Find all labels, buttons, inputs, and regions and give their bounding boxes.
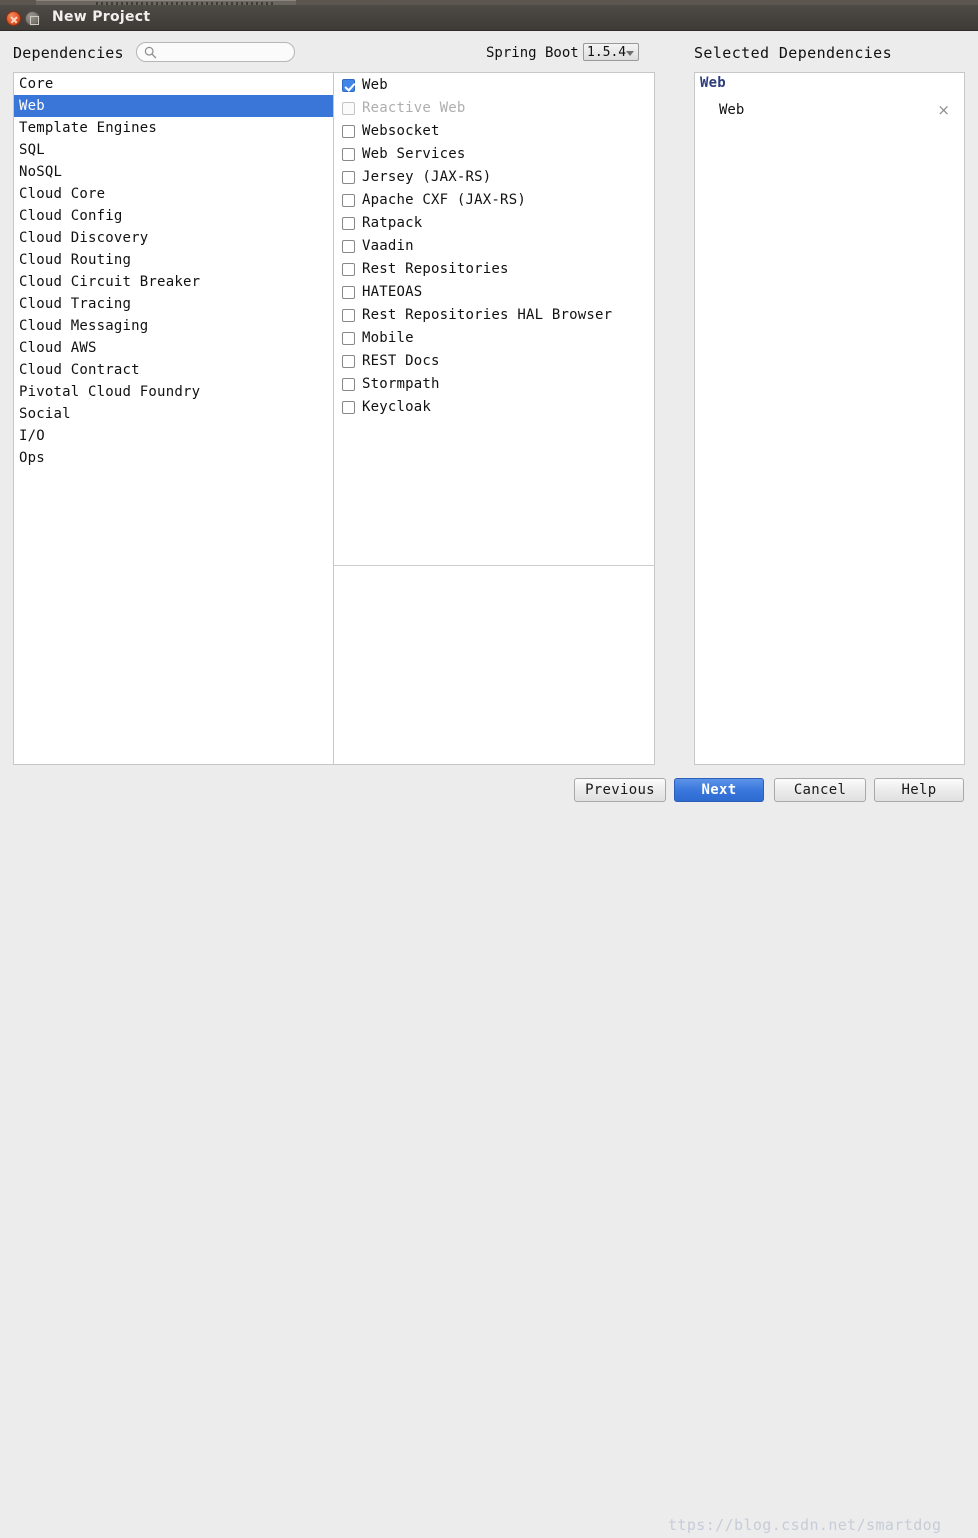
previous-button[interactable]: Previous (574, 778, 666, 802)
module-label: HATEOAS (362, 284, 423, 300)
module-label: Stormpath (362, 376, 440, 392)
checkbox-icon[interactable] (342, 171, 355, 184)
checkbox-icon[interactable] (342, 286, 355, 299)
checkbox-icon[interactable] (342, 378, 355, 391)
module-checkbox-row[interactable]: Apache CXF (JAX-RS) (334, 189, 654, 212)
selected-dependencies-panel: Web Web × (694, 72, 965, 765)
category-item[interactable]: Template Engines (14, 117, 333, 139)
module-list-divider (334, 565, 654, 566)
dependencies-heading: Dependencies (13, 44, 124, 62)
checkbox-icon[interactable] (342, 217, 355, 230)
module-label: Vaadin (362, 238, 414, 254)
module-checkbox-row[interactable]: Mobile (334, 327, 654, 350)
checkbox-icon (342, 102, 355, 115)
module-checkbox-row[interactable]: Rest Repositories (334, 258, 654, 281)
module-checkbox-row[interactable]: Ratpack (334, 212, 654, 235)
search-input[interactable] (160, 43, 290, 61)
module-label: Web Services (362, 146, 466, 162)
module-label: Web (362, 77, 388, 93)
category-item[interactable]: Pivotal Cloud Foundry (14, 381, 333, 403)
category-item[interactable]: SQL (14, 139, 333, 161)
category-item[interactable]: Cloud Circuit Breaker (14, 271, 333, 293)
module-label: Rest Repositories HAL Browser (362, 307, 613, 323)
spring-boot-version-select[interactable]: 1.5.4 (583, 43, 639, 61)
category-item[interactable]: Social (14, 403, 333, 425)
checkbox-icon[interactable] (342, 355, 355, 368)
category-item[interactable]: I/O (14, 425, 333, 447)
checkbox-checked-icon[interactable] (342, 79, 355, 92)
maximize-icon[interactable] (25, 11, 40, 26)
checkbox-icon[interactable] (342, 309, 355, 322)
search-icon (144, 46, 157, 59)
cancel-button[interactable]: Cancel (774, 778, 866, 802)
selected-dependency-row: Web × (695, 99, 964, 123)
category-item[interactable]: Cloud Config (14, 205, 333, 227)
search-box[interactable] (136, 42, 295, 62)
module-checkbox-row[interactable]: Web (334, 74, 654, 97)
checkbox-icon[interactable] (342, 148, 355, 161)
category-item[interactable]: Cloud AWS (14, 337, 333, 359)
category-item[interactable]: Web (14, 95, 333, 117)
module-label: REST Docs (362, 353, 440, 369)
module-checkbox-row[interactable]: Keycloak (334, 396, 654, 419)
module-label: Keycloak (362, 399, 432, 415)
close-icon[interactable] (6, 11, 21, 26)
module-checkbox-row[interactable]: Rest Repositories HAL Browser (334, 304, 654, 327)
spring-boot-label: Spring Boot (486, 45, 579, 61)
module-checkbox-row[interactable]: HATEOAS (334, 281, 654, 304)
module-label: Rest Repositories (362, 261, 509, 277)
module-checkbox-row[interactable]: Vaadin (334, 235, 654, 258)
category-item[interactable]: Core (14, 73, 333, 95)
dialog-footer: Previous Next Cancel Help ttps://blog.cs… (0, 766, 978, 1534)
module-label: Apache CXF (JAX-RS) (362, 192, 526, 208)
dependency-modules-list[interactable]: Web Reactive Web Websocket Web Services Jers… (334, 72, 655, 765)
category-item[interactable]: Cloud Tracing (14, 293, 333, 315)
module-checkbox-row[interactable]: Web Services (334, 143, 654, 166)
module-label: Websocket (362, 123, 440, 139)
checkbox-icon[interactable] (342, 194, 355, 207)
window-title: New Project (52, 9, 151, 25)
module-label: Reactive Web (362, 100, 466, 116)
chevron-down-icon (626, 51, 634, 56)
category-item[interactable]: Cloud Messaging (14, 315, 333, 337)
module-checkbox-group: Web Reactive Web Websocket Web Services Jers… (334, 73, 654, 419)
selected-dependencies-heading: Selected Dependencies (694, 44, 893, 62)
selected-group-label: Web (700, 75, 726, 91)
module-label: Ratpack (362, 215, 423, 231)
checkbox-icon[interactable] (342, 263, 355, 276)
selected-dependency-label: Web (719, 102, 745, 118)
checkbox-icon[interactable] (342, 240, 355, 253)
module-label: Jersey (JAX-RS) (362, 169, 492, 185)
module-checkbox-row: Reactive Web (334, 97, 654, 120)
checkbox-icon[interactable] (342, 125, 355, 138)
category-item[interactable]: Ops (14, 447, 333, 469)
next-button[interactable]: Next (674, 778, 764, 802)
category-item[interactable]: NoSQL (14, 161, 333, 183)
checkbox-icon[interactable] (342, 401, 355, 414)
module-checkbox-row[interactable]: Jersey (JAX-RS) (334, 166, 654, 189)
remove-dependency-icon[interactable]: × (937, 101, 950, 119)
checkbox-icon[interactable] (342, 332, 355, 345)
module-checkbox-row[interactable]: REST Docs (334, 350, 654, 373)
module-label: Mobile (362, 330, 414, 346)
module-checkbox-row[interactable]: Stormpath (334, 373, 654, 396)
category-item[interactable]: Cloud Contract (14, 359, 333, 381)
dependency-categories-list[interactable]: Core Web Template Engines SQL NoSQL Cloud Cor… (13, 72, 334, 765)
category-item[interactable]: Cloud Core (14, 183, 333, 205)
spring-boot-version-value: 1.5.4 (587, 45, 627, 60)
help-button[interactable]: Help (874, 778, 964, 802)
category-item[interactable]: Cloud Discovery (14, 227, 333, 249)
category-item[interactable]: Cloud Routing (14, 249, 333, 271)
new-project-dialog: Dependencies Spring Boot 1.5.4 Selected … (0, 31, 978, 1534)
watermark-text: ttps://blog.csdn.net/smartdog (668, 1516, 942, 1534)
window-titlebar: New Project (0, 5, 978, 31)
module-checkbox-row[interactable]: Websocket (334, 120, 654, 143)
